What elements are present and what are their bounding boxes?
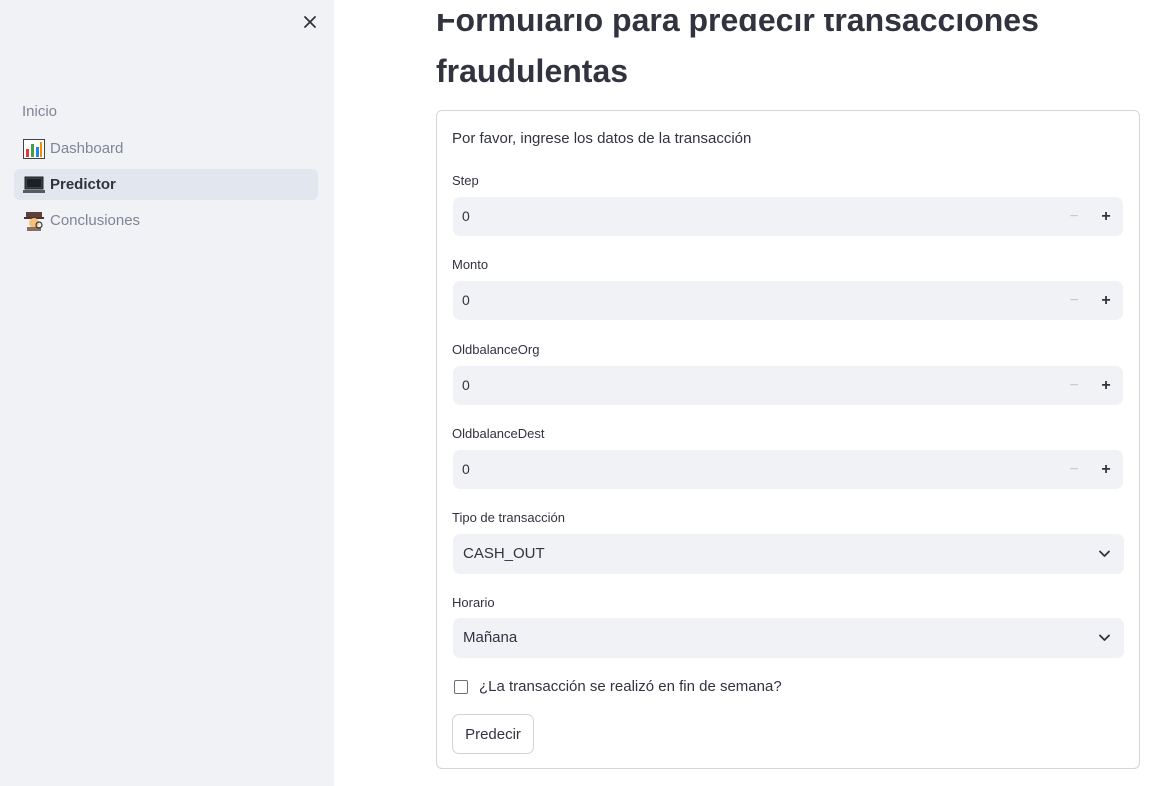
oldbalancedest-label: OldbalanceDest (452, 426, 545, 441)
step-increment-button[interactable]: + (1095, 197, 1117, 236)
step-label: Step (452, 173, 479, 188)
tipo-transaccion-select[interactable]: CASH_OUT (453, 534, 1124, 574)
sidebar-item-label: Conclusiones (50, 212, 141, 229)
monto-label: Monto (452, 257, 489, 272)
page-title: fraudulentas (436, 53, 629, 89)
prediction-form: Por favor, ingrese los datos de la trans… (436, 110, 1140, 769)
step-input[interactable]: 0 − + (453, 197, 1123, 236)
nav-heading: Inicio (22, 103, 58, 120)
chevron-down-icon (1099, 634, 1110, 641)
oldbalanceorg-increment-button[interactable]: + (1095, 366, 1117, 405)
weekend-checkbox-row[interactable]: ¿La transacción se realizó en fin de sem… (454, 678, 782, 695)
oldbalancedest-increment-button[interactable]: + (1095, 450, 1117, 489)
page-title-line1: Formulario para predecir transacciones (436, 14, 1039, 38)
horario-value: Mañana (463, 629, 518, 646)
horario-label: Horario (452, 595, 495, 610)
sidebar-item-predictor[interactable]: Predictor (14, 169, 318, 200)
oldbalanceorg-label: OldbalanceOrg (452, 342, 540, 357)
oldbalanceorg-decrement-button[interactable]: − (1063, 366, 1085, 405)
step-decrement-button[interactable]: − (1063, 197, 1085, 236)
tipo-transaccion-label: Tipo de transacción (452, 510, 565, 525)
weekend-checkbox[interactable] (454, 679, 468, 694)
oldbalanceorg-input[interactable]: 0 − + (453, 366, 1123, 405)
oldbalancedest-input[interactable]: 0 − + (453, 450, 1123, 489)
sidebar-item-dashboard[interactable]: Dashboard (14, 133, 318, 164)
form-intro: Por favor, ingrese los datos de la trans… (452, 130, 752, 147)
page-title-line1-clipped: Formulario para predecir transacciones (436, 14, 1136, 50)
tipo-transaccion-value: CASH_OUT (463, 545, 545, 562)
sidebar-item-label: Predictor (50, 176, 116, 193)
sidebar-item-conclusiones[interactable]: Conclusiones (14, 205, 318, 236)
bar-chart-icon (23, 138, 45, 159)
oldbalanceorg-value: 0 (462, 377, 470, 393)
close-sidebar-button[interactable] (299, 11, 321, 33)
close-icon (304, 16, 316, 28)
monto-decrement-button[interactable]: − (1063, 281, 1085, 320)
oldbalancedest-decrement-button[interactable]: − (1063, 450, 1085, 489)
horario-select[interactable]: Mañana (453, 618, 1124, 658)
sidebar: Inicio Dashboard Predictor Conclusiones (0, 0, 334, 786)
chevron-down-icon (1099, 550, 1110, 557)
predict-button[interactable]: Predecir (452, 714, 534, 754)
monto-value: 0 (462, 292, 470, 308)
monto-increment-button[interactable]: + (1095, 281, 1117, 320)
laptop-icon (23, 175, 45, 195)
weekend-checkbox-label[interactable]: ¿La transacción se realizó en fin de sem… (479, 678, 782, 695)
monto-input[interactable]: 0 − + (453, 281, 1123, 320)
oldbalancedest-value: 0 (462, 461, 470, 477)
detective-icon (23, 211, 45, 231)
sidebar-item-label: Dashboard (50, 140, 124, 157)
step-value: 0 (462, 208, 470, 224)
